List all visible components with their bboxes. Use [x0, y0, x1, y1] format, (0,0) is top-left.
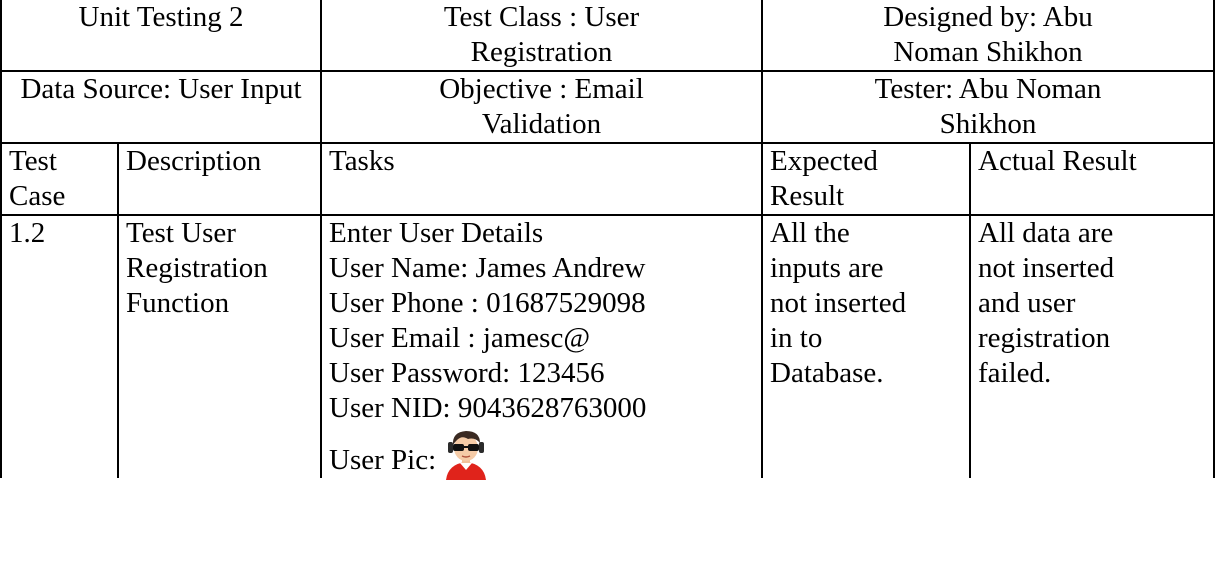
actual-line: and user	[978, 287, 1076, 319]
unit-testing-title: Unit Testing 2	[78, 1, 244, 33]
objective-line-2: Validation	[481, 108, 602, 140]
col-tasks-label: Tasks	[329, 145, 395, 177]
description-line: Test User	[126, 217, 236, 249]
test-case-id: 1.2	[9, 217, 46, 249]
expected-line: not inserted	[770, 287, 907, 319]
col-expected-line-2: Result	[770, 180, 845, 212]
user-pic-label: User Pic:	[329, 444, 437, 476]
actual-line: failed.	[978, 357, 1052, 389]
task-line: Enter User Details	[329, 217, 544, 249]
header-row-2: Data Source: User Input Objective : Emai…	[0, 70, 1216, 144]
table-row: 1.2 Test User Registration Function Ente…	[0, 214, 1216, 480]
col-actual-header: Actual Result	[968, 142, 1216, 216]
expected-result-cell: All the inputs are not inserted in to Da…	[761, 214, 971, 478]
expected-line: inputs are	[770, 252, 884, 284]
unit-testing-cell: Unit Testing 2	[0, 0, 322, 72]
actual-line: not inserted	[978, 252, 1115, 284]
test-class-line-2: Registration	[470, 36, 613, 68]
task-line: User Password: 123456	[329, 357, 605, 389]
objective-line-1: Objective : Email	[439, 73, 644, 105]
actual-line: All data are	[978, 217, 1114, 249]
tester-cell: Tester: Abu Noman Shikhon	[760, 70, 1216, 144]
col-test-case-line-1: Test	[9, 145, 57, 177]
test-class-line-1: Test Class : User	[443, 1, 640, 33]
col-expected-header: Expected Result	[761, 142, 971, 216]
actual-result-cell: All data are not inserted and user regis…	[968, 214, 1216, 478]
unit-test-table: Unit Testing 2 Test Class : User Registr…	[0, 0, 1216, 480]
designed-by-cell: Designed by: Abu Noman Shikhon	[760, 0, 1216, 72]
description-line: Registration	[126, 252, 268, 284]
designed-by-line-1: Designed by: Abu	[883, 1, 1093, 33]
col-description-label: Description	[126, 145, 262, 177]
expected-line: Database.	[770, 357, 884, 389]
description-cell: Test User Registration Function	[117, 214, 322, 478]
task-line: User NID: 9043628763000	[329, 392, 647, 424]
task-line: User Phone : 01687529098	[329, 287, 646, 319]
actual-line: registration	[978, 322, 1111, 354]
data-source-text: Data Source: User Input	[20, 73, 302, 105]
tester-line-2: Shikhon	[939, 108, 1037, 140]
designed-by-line-2: Noman Shikhon	[893, 36, 1083, 68]
objective-cell: Objective : Email Validation	[320, 70, 763, 144]
test-case-cell: 1.2	[0, 214, 119, 478]
user-pic-line: User Pic:	[329, 428, 754, 480]
col-expected-line-1: Expected	[770, 145, 878, 177]
test-class-cell: Test Class : User Registration	[320, 0, 763, 72]
description-line: Function	[126, 287, 230, 319]
user-avatar-icon	[440, 428, 492, 480]
col-test-case-header: Test Case	[0, 142, 119, 216]
document-page: Unit Testing 2 Test Class : User Registr…	[0, 0, 1220, 578]
task-line: User Email : jamesc@	[329, 322, 591, 354]
column-header-row: Test Case Description Tasks Expected Res…	[0, 142, 1216, 216]
expected-line: All the	[770, 217, 850, 249]
tester-line-1: Tester: Abu Noman	[874, 73, 1102, 105]
col-actual-label: Actual Result	[978, 145, 1137, 177]
expected-line: in to	[770, 322, 823, 354]
data-source-cell: Data Source: User Input	[0, 70, 322, 144]
col-description-header: Description	[117, 142, 322, 216]
tasks-cell: Enter User Details User Name: James Andr…	[320, 214, 763, 480]
task-line: User Name: James Andrew	[329, 252, 646, 284]
col-tasks-header: Tasks	[320, 142, 763, 216]
col-test-case-line-2: Case	[9, 180, 66, 212]
header-row-1: Unit Testing 2 Test Class : User Registr…	[0, 0, 1216, 72]
